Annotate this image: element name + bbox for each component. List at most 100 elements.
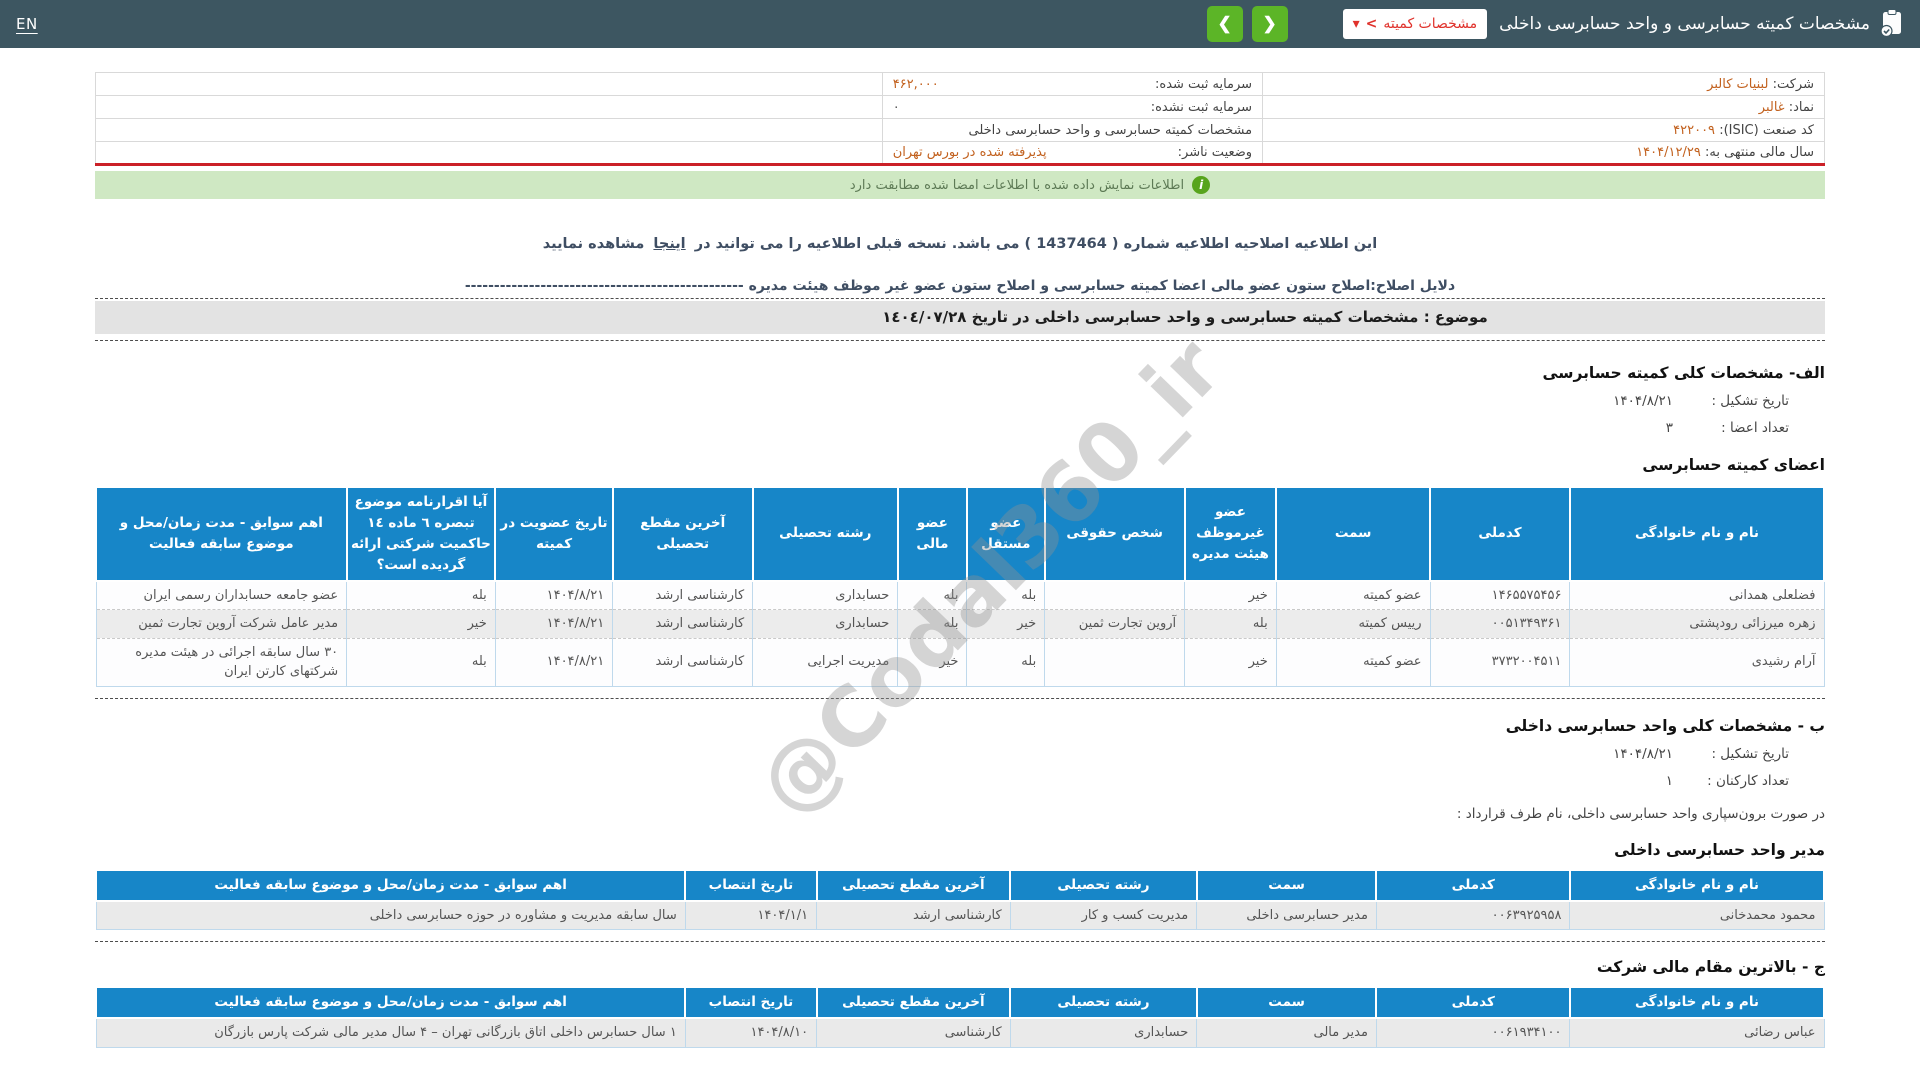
column-header: اهم سوابق - مدت زمان/محل و موضوع سابقه ف… (96, 987, 685, 1018)
column-header: کدملی (1376, 987, 1570, 1018)
internal-audit-manager-heading: مدیر واحد حسابرسی داخلی (95, 841, 1825, 859)
column-header: تاریخ انتصاب (685, 870, 816, 901)
table-cell: عضو کمیته (1276, 581, 1430, 610)
table-row: نماد: غالبر سرمایه ثبت نشده: ۰ (96, 96, 1825, 119)
column-header: آخرین مقطع تحصیلی (613, 487, 753, 581)
empty-cell (96, 142, 883, 165)
info-icon: i (1192, 176, 1210, 194)
header-row: نام و نام خانوادگیکدملیسمترشته تحصیلیآخر… (96, 987, 1824, 1018)
table-cell: فضلعلی همدانی (1570, 581, 1824, 610)
table-cell: ۰۰۶۱۹۳۴۱۰۰ (1376, 1018, 1570, 1047)
language-switch-link[interactable]: EN (16, 15, 38, 33)
dashed-divider (95, 941, 1825, 942)
table-cell: بله (1185, 610, 1277, 639)
field-label: کد صنعت (ISIC): (1719, 123, 1814, 138)
column-header: آخرین مقطع تحصیلی (817, 870, 1011, 901)
column-header: رشته تحصیلی (1010, 987, 1197, 1018)
field-label: سال مالی منتهی به: (1705, 145, 1814, 160)
table-cell: خیر (898, 638, 967, 686)
table-row: آرام رشیدی۳۷۳۲۰۰۴۵۱۱عضو کمیتهخیربلهخیرمد… (96, 638, 1824, 686)
issuer-status-cell: وضعیت ناشر: پذیرفته شده در بورس تهران (882, 142, 1262, 165)
field-value: ۱ (1666, 768, 1673, 795)
outsourcing-note: در صورت برون‌سپاری واحد حسابرسی داخلی، ن… (95, 803, 1825, 825)
field-value: ۴۲۲۰۰۹ (1673, 123, 1715, 138)
table-cell: خیر (1185, 638, 1277, 686)
section-a-fields: تاریخ تشکیل : ۱۴۰۴/۸/۲۱ تعداد اعضا : ۳ (95, 388, 1825, 442)
table-cell: عضو کمیته (1276, 638, 1430, 686)
field-label: تعداد اعضا : (1689, 415, 1789, 442)
table-cell: کارشناسی ارشد (817, 901, 1011, 930)
table-cell: بله (347, 638, 496, 686)
dashes-decoration: ----------------------------------------… (465, 278, 744, 294)
audit-manager-table: نام و نام خانوادگیکدملیسمترشته تحصیلیآخر… (95, 869, 1825, 930)
table-cell: مدیر حسابرسی داخلی (1197, 901, 1377, 930)
table-cell: کارشناسی ارشد (613, 610, 753, 639)
angle-left-icon: < (1366, 16, 1378, 32)
symbol-cell: نماد: غالبر (1263, 96, 1825, 119)
table-cell: بله (967, 581, 1045, 610)
reasons-text: دلایل اصلاح:اصلاح ستون عضو مالی اعضا کمی… (749, 278, 1456, 294)
column-header: سمت (1197, 987, 1377, 1018)
table-cell: ۳۰ سال سابقه اجرائی در هیئت مدیره شرکتها… (96, 638, 347, 686)
company-link[interactable]: لبنیات کالبر (1707, 77, 1768, 92)
column-header: اهم سوابق - مدت زمان/محل و موضوع سابقه ف… (96, 870, 685, 901)
header-row: نام و نام خانوادگیکدملیسمترشته تحصیلیآخر… (96, 870, 1824, 901)
column-header: سمت (1197, 870, 1377, 901)
table-cell: مدیریت کسب و کار (1010, 901, 1197, 930)
column-header: عضو مالی (898, 487, 967, 581)
table-cell: عباس رضائی (1570, 1018, 1824, 1047)
field-label: شرکت: (1773, 77, 1814, 92)
table-cell: حسابداری (753, 610, 898, 639)
table-cell: آرام رشیدی (1570, 638, 1824, 686)
empty-cell (96, 119, 883, 142)
field-label: مشخصات کمیته حسابرسی و واحد حسابرسی داخل… (969, 123, 1253, 138)
dashed-divider (95, 298, 1825, 299)
top-navigation-bar: مشخصات کمیته حسابرسی و واحد حسابرسی داخل… (0, 0, 1920, 48)
previous-version-link[interactable]: اینجا (653, 236, 685, 252)
column-header: تاریخ انتصاب (685, 987, 816, 1018)
table-cell: ۰۰۶۳۹۲۵۹۵۸ (1376, 901, 1570, 930)
table-cell: کارشناسی (817, 1018, 1011, 1047)
section-a-title: الف- مشخصات کلی کمیته حسابرسی (95, 364, 1825, 382)
table-cell: کارشناسی ارشد (613, 581, 753, 610)
clipboard-check-icon (1880, 8, 1904, 40)
next-report-button[interactable]: ❮ (1252, 6, 1288, 42)
table-cell: محمود محمدخانی (1570, 901, 1824, 930)
previous-report-button[interactable]: ❯ (1207, 6, 1243, 42)
field-label: سرمایه ثبت نشده: (1151, 100, 1252, 115)
table-cell: مدیر عامل شرکت آروین تجارت ثمین (96, 610, 347, 639)
table-row: محمود محمدخانی۰۰۶۳۹۲۵۹۵۸مدیر حسابرسی داخ… (96, 901, 1824, 930)
table-cell: مدیر مالی (1197, 1018, 1377, 1047)
column-header: آیا اقرارنامه موضوع تبصره ٦ ماده ١٤ حاکم… (347, 487, 496, 581)
dropdown-label: مشخصات کمیته (1383, 16, 1477, 32)
table-cell (1045, 581, 1185, 610)
table-cell: ۰۰۵۱۳۴۹۳۶۱ (1430, 610, 1570, 639)
table-cell: زهره میرزائی رودپشتی (1570, 610, 1824, 639)
table-cell: ۱ سال حسابرس داخلی اتاق بازرگانی تهران –… (96, 1018, 685, 1047)
field-row: تاریخ تشکیل : ۱۴۰۴/۸/۲۱ (95, 388, 1825, 415)
column-header: نام و نام خانوادگی (1570, 870, 1824, 901)
unregistered-capital-cell: سرمایه ثبت نشده: ۰ (882, 96, 1262, 119)
page-title-group: مشخصات کمیته حسابرسی و واحد حسابرسی داخل… (1499, 8, 1904, 40)
dashed-divider (95, 698, 1825, 699)
field-row: تعداد کارکنان : ۱ (95, 768, 1825, 795)
report-content: شرکت: لبنیات کالبر سرمایه ثبت شده: ۴۶۲,۰… (95, 72, 1825, 1048)
page-title: مشخصات کمیته حسابرسی و واحد حسابرسی داخل… (1499, 14, 1870, 34)
table-row: سال مالی منتهی به: ۱۴۰۴/۱۲/۲۹ وضعیت ناشر… (96, 142, 1825, 165)
field-label: نماد: (1789, 100, 1814, 115)
table-row: کد صنعت (ISIC): ۴۲۲۰۰۹ مشخصات کمیته حساب… (96, 119, 1825, 142)
cfo-table: نام و نام خانوادگیکدملیسمترشته تحصیلیآخر… (95, 986, 1825, 1047)
company-info-table: شرکت: لبنیات کالبر سرمایه ثبت شده: ۴۶۲,۰… (95, 72, 1825, 166)
field-label: تاریخ تشکیل : (1689, 388, 1789, 415)
table-cell: بله (898, 581, 967, 610)
table-cell: حسابداری (1010, 1018, 1197, 1047)
table-cell: ۱۴۰۴/۸/۲۱ (495, 638, 613, 686)
column-header: کدملی (1430, 487, 1570, 581)
field-value: ۴۶۲,۰۰۰ (893, 77, 939, 92)
table-row: فضلعلی همدانی۱۴۶۵۵۷۵۴۵۶عضو کمیتهخیربلهبل… (96, 581, 1824, 610)
column-header: نام و نام خانوادگی (1570, 987, 1824, 1018)
field-value: پذیرفته شده در بورس تهران (893, 145, 1047, 160)
isic-cell: کد صنعت (ISIC): ۴۲۲۰۰۹ (1263, 119, 1825, 142)
report-section-dropdown[interactable]: مشخصات کمیته < ▾ (1343, 9, 1488, 39)
table-cell (1045, 638, 1185, 686)
